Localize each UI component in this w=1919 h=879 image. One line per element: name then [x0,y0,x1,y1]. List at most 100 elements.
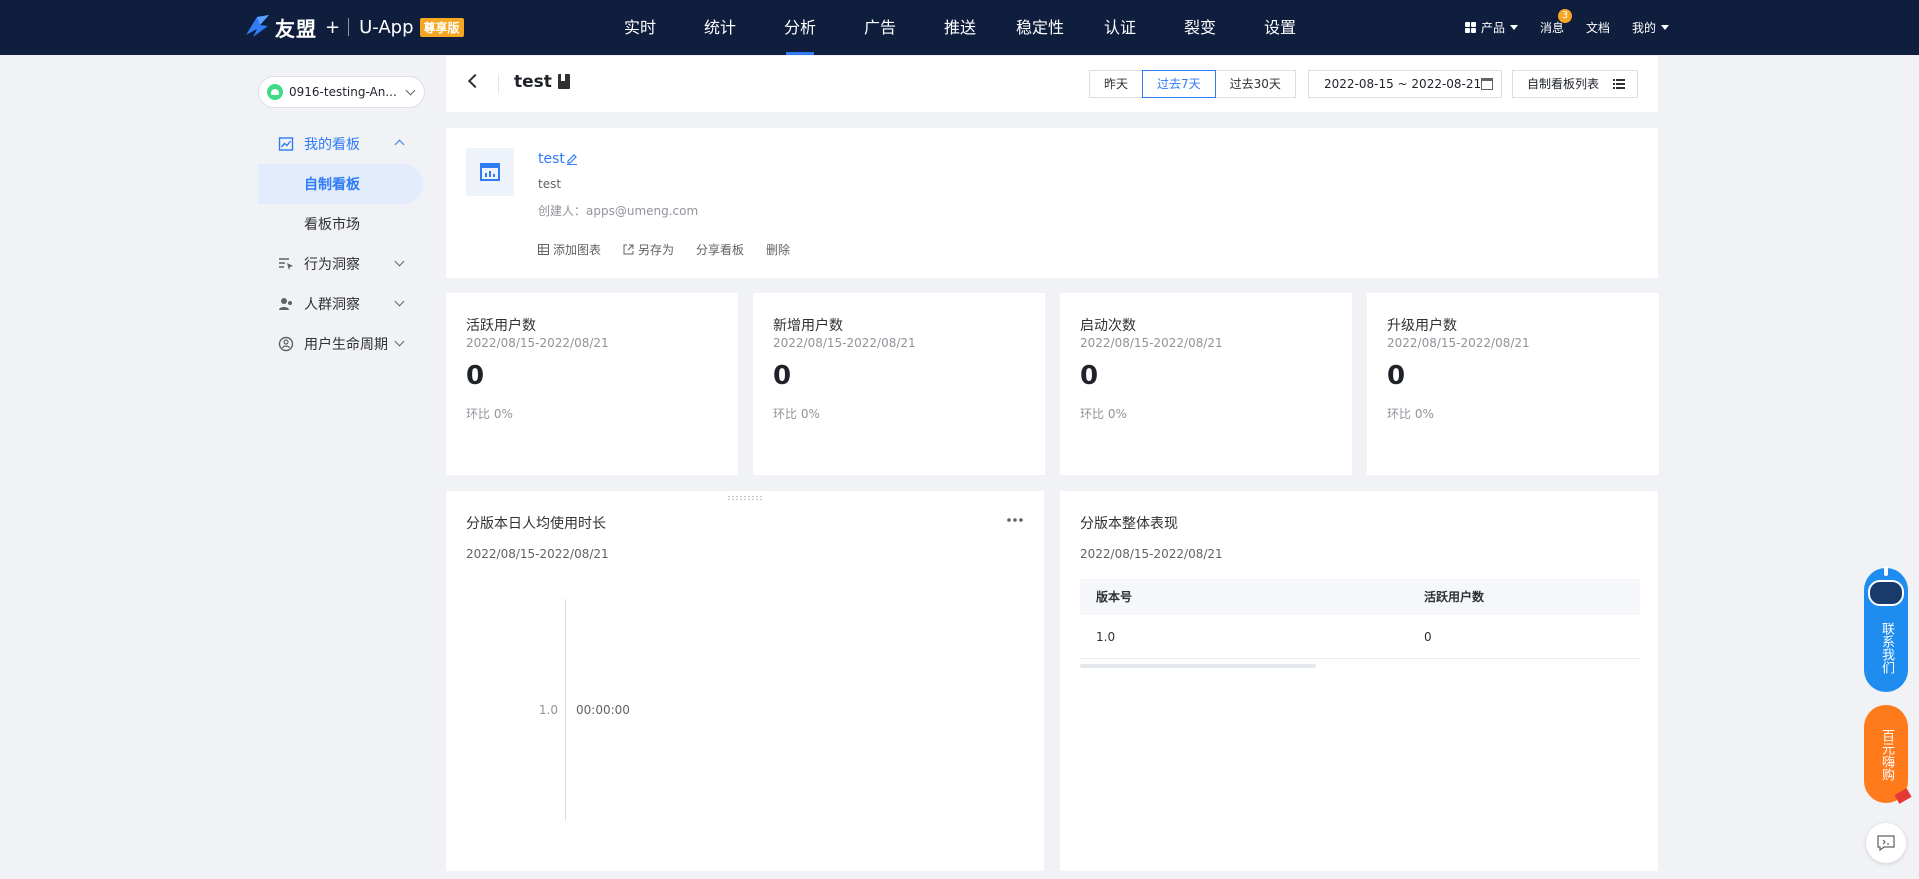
nav-settings[interactable]: 设置 [1240,0,1320,55]
kpi-value: 0 [1387,361,1406,391]
logo-divider [348,18,350,36]
sidebar-item-label: 用户生命周期 [304,337,388,353]
caret-down-icon [1509,25,1518,30]
docs-link[interactable]: 文档 [1586,19,1610,36]
nav-push[interactable]: 推送 [920,0,1000,55]
column-header-version[interactable]: 版本号 [1080,579,1408,615]
trend-chart-icon [278,137,294,151]
save-as-label: 另存为 [638,243,675,257]
kpi-ratio: 环比 0% [466,407,513,421]
chevron-down-icon [394,256,405,267]
side-menu: 我的看板 自制看板 看板市场 行为洞察 人群洞察 用户生命周期 [258,124,428,364]
table-icon [538,244,549,255]
panel-title: 分版本整体表现 [1080,516,1178,532]
board-actions: 添加图表 另存为 分享看板 删除 [538,241,812,258]
duration-chart-panel: 分版本日人均使用时长 2022/08/15-2022/08/21 1.0 00:… [446,491,1044,871]
chart-tick-label: 1.0 [538,703,558,717]
nav-fission[interactable]: 裂变 [1160,0,1240,55]
messages-link[interactable]: 消息 3 [1540,9,1572,36]
list-icon [1613,79,1625,89]
kpi-card-upgraded-users[interactable]: 升级用户数 2022/08/15-2022/08/21 0 环比 0% [1367,293,1659,475]
sidebar-item-label: 人群洞察 [304,297,360,313]
panel-title: 分版本日人均使用时长 [466,516,606,532]
promo-button[interactable]: 百元嗨购 [1864,705,1912,804]
kpi-card-new-users[interactable]: 新增用户数 2022/08/15-2022/08/21 0 环比 0% [753,293,1045,475]
date-range-picker[interactable]: 2022-08-15 ~ 2022-08-21 [1308,70,1502,98]
kpi-value: 0 [1080,361,1099,391]
bookmark-icon[interactable] [558,74,570,89]
share-board-button[interactable]: 分享看板 [696,241,744,258]
chart-data-label: 00:00:00 [576,703,630,717]
top-right-menu: 产品 消息 3 文档 我的 [1443,0,1669,55]
umeng-logo[interactable]: 友盟 + U-App 尊享版 [243,10,464,44]
board-list-button[interactable]: 自制看板列表 [1512,70,1638,98]
chevron-down-icon [394,336,405,347]
table-row: 1.0 0 [1080,615,1640,659]
contact-us-button[interactable]: 联系我们 [1864,566,1908,692]
drag-handle-icon[interactable] [727,495,763,501]
umeng-bird-icon [246,15,269,37]
nav-auth[interactable]: 认证 [1080,0,1160,55]
feedback-button[interactable] [1866,823,1906,863]
kpi-title: 新增用户数 [773,318,843,334]
export-icon [623,244,634,255]
sidebar-item-label: 我的看板 [304,137,360,153]
sidebar-item-behavior-insight[interactable]: 行为洞察 [258,244,428,284]
range-7days-button[interactable]: 过去7天 [1142,70,1216,98]
nav-analysis[interactable]: 分析 [760,0,840,55]
kpi-title: 启动次数 [1080,318,1136,334]
app-name: 0916-testing-An... [289,85,397,99]
nav-statistics[interactable]: 统计 [680,0,760,55]
kpi-date: 2022/08/15-2022/08/21 [1080,336,1223,350]
kpi-ratio: 环比 0% [1387,407,1434,421]
kpi-date: 2022/08/15-2022/08/21 [466,336,609,350]
board-creator: 创建人：apps@umeng.com [538,204,699,218]
header-divider [498,74,499,94]
behavior-icon [279,258,293,270]
table-scrollbar[interactable] [1080,664,1316,668]
sidebar-item-my-boards[interactable]: 我的看板 [258,124,428,164]
range-30days-button[interactable]: 过去30天 [1214,70,1296,98]
kpi-card-active-users[interactable]: 活跃用户数 2022/08/15-2022/08/21 0 环比 0% [446,293,738,475]
promo-label: 百元嗨购 [1879,729,1894,781]
board-description: test [538,177,562,191]
edit-pencil-icon[interactable] [566,153,578,165]
sidebar-item-board-market[interactable]: 看板市场 [258,204,428,244]
nav-realtime[interactable]: 实时 [600,0,680,55]
back-arrow-icon[interactable] [467,73,483,89]
more-options-icon[interactable] [1006,517,1024,523]
add-chart-label: 添加图表 [553,243,602,257]
account-label: 我的 [1631,21,1656,35]
nav-ads[interactable]: 广告 [840,0,920,55]
panel-date: 2022/08/15-2022/08/21 [1080,547,1223,561]
kpi-ratio: 环比 0% [1080,407,1127,421]
share-board-label: 分享看板 [696,243,745,257]
sidebar-item-custom-board[interactable]: 自制看板 [258,164,423,204]
app-selector[interactable]: 0916-testing-An... [258,76,425,108]
board-name-link[interactable]: test [538,151,565,167]
messages-count-badge: 3 [1557,9,1572,23]
delete-board-label: 删除 [766,243,791,257]
nav-stability[interactable]: 稳定性 [1000,0,1080,55]
table-cell-version: 1.0 [1096,630,1116,644]
product-menu[interactable]: 产品 [1464,19,1518,36]
feedback-chat-icon [1877,835,1895,851]
logo-plus: + [325,16,341,38]
date-range-presets: 昨天 过去7天 过去30天 [1089,70,1296,98]
kpi-card-launches[interactable]: 启动次数 2022/08/15-2022/08/21 0 环比 0% [1060,293,1352,475]
sidebar-item-lifecycle[interactable]: 用户生命周期 [258,324,428,364]
logo-product: U-App [359,16,414,38]
range-yesterday-button[interactable]: 昨天 [1089,70,1144,98]
kpi-title: 升级用户数 [1387,318,1457,334]
column-header-active-users[interactable]: 活跃用户数 [1408,579,1640,615]
chart-y-axis [565,599,566,821]
delete-board-button[interactable]: 删除 [766,241,790,258]
top-nav-bar: 友盟 + U-App 尊享版 实时 统计 分析 广告 推送 稳定性 认证 裂变 … [0,0,1919,55]
board-list-label: 自制看板列表 [1527,77,1600,91]
account-menu[interactable]: 我的 [1632,19,1669,36]
chevron-down-icon [394,296,405,307]
sidebar-item-crowd-insight[interactable]: 人群洞察 [258,284,428,324]
add-chart-button[interactable]: 添加图表 [538,241,601,258]
kpi-title: 活跃用户数 [466,318,536,334]
save-as-button[interactable]: 另存为 [623,241,674,258]
